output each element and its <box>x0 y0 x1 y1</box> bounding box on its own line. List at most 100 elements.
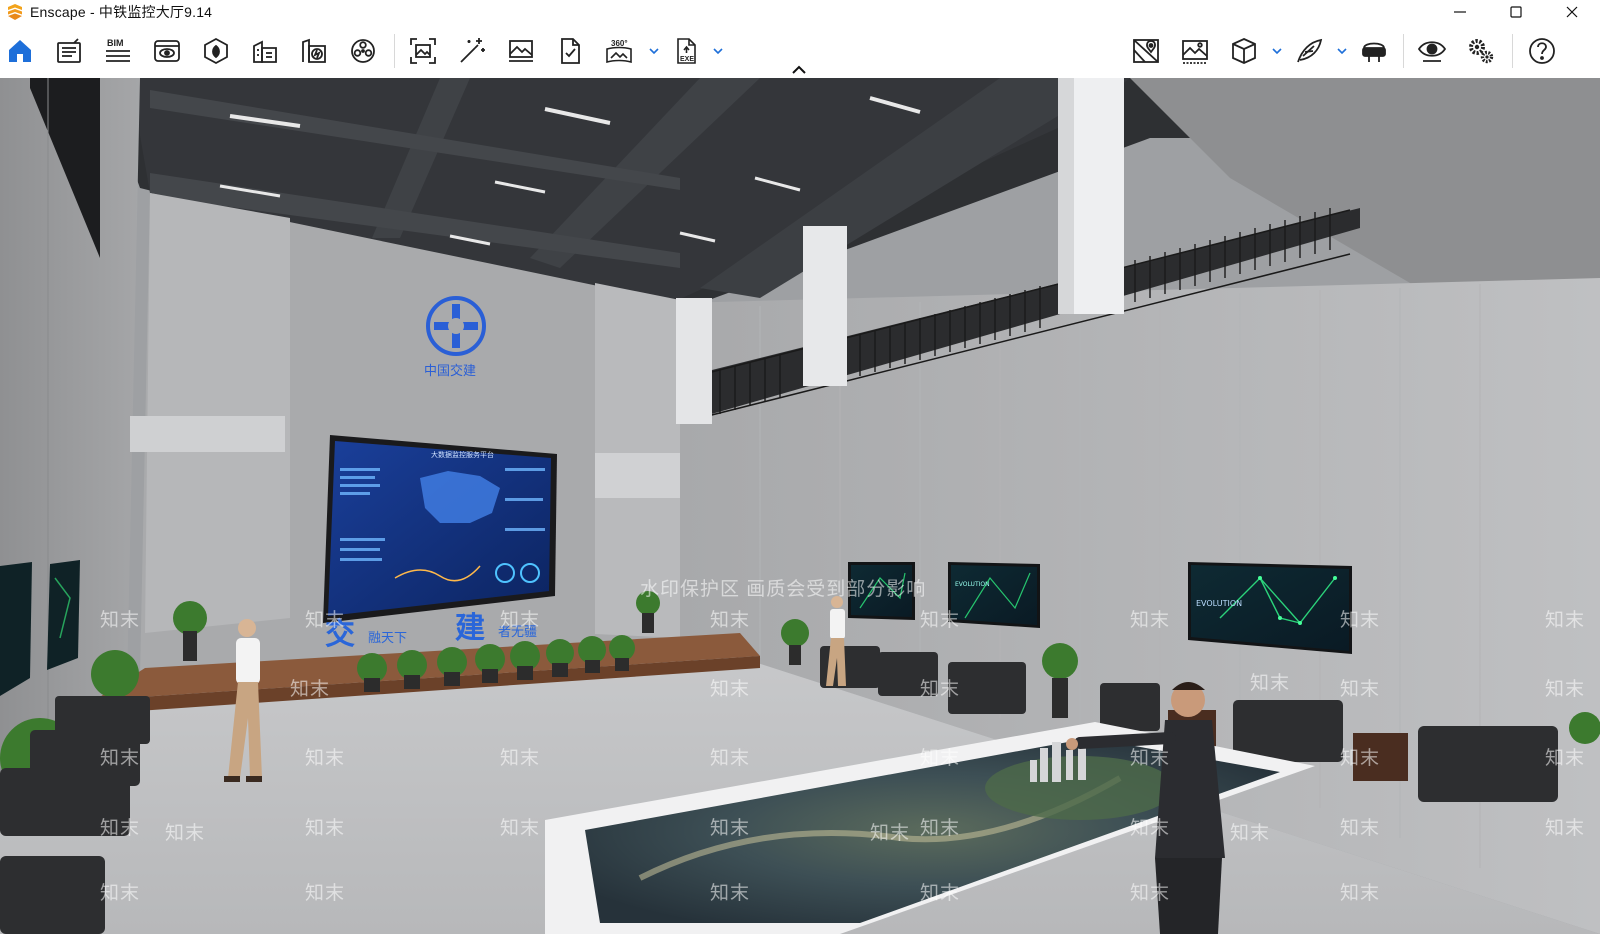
map-location-button[interactable] <box>1128 33 1164 69</box>
collapse-toolbar-icon[interactable] <box>790 64 808 76</box>
panorama-icon: 360° <box>606 39 632 64</box>
enscape-logo-icon <box>8 4 22 20</box>
help-icon <box>1529 38 1555 64</box>
view-management-button[interactable] <box>149 33 185 69</box>
asset-library-button[interactable] <box>247 33 283 69</box>
logo-caption: 中国交建 <box>424 363 476 379</box>
watermark-mark: 知末 <box>1545 748 1586 769</box>
render-image-button[interactable] <box>503 33 539 69</box>
window-title: Enscape - 中铁监控大厅9.14 <box>30 4 213 20</box>
feather-icon <box>1297 38 1323 63</box>
svg-text:大数据监控服务平台: 大数据监控服务平台 <box>431 450 494 459</box>
watermark-mark: 知末 <box>1130 818 1171 839</box>
watermark-mark: 知末 <box>1230 823 1271 844</box>
bim-button[interactable]: BIM <box>100 33 136 69</box>
watermark-mark: 知末 <box>500 748 541 769</box>
watermark-mark: 知末 <box>305 748 346 769</box>
image-gallery-button[interactable] <box>1177 33 1213 69</box>
watermark-mark: 知末 <box>1130 883 1171 904</box>
watermark-mark: 知末 <box>1340 883 1381 904</box>
project-info-button[interactable] <box>51 33 87 69</box>
material-editor-icon <box>204 37 228 65</box>
watermark-mark: 知末 <box>290 679 331 700</box>
material-editor-button[interactable] <box>198 33 234 69</box>
magic-wand-button[interactable] <box>454 33 490 69</box>
svg-text:EVOLUTION: EVOLUTION <box>1196 599 1242 608</box>
watermark-mark: 知末 <box>305 818 346 839</box>
watermark-mark: 知末 <box>305 883 346 904</box>
cube-button[interactable] <box>1226 33 1262 69</box>
watermark-mark: 知末 <box>710 610 751 631</box>
watermark-mark: 知末 <box>920 748 961 769</box>
watermark-mark: 知末 <box>305 610 346 631</box>
watermark-mark: 知末 <box>500 610 541 631</box>
render-viewport[interactable]: 中国交建 大数据监控服务平台 EVOLUTION EVOLUTION 交 融天下… <box>0 78 1600 934</box>
atmosphere-button[interactable] <box>296 33 332 69</box>
vr-headset-button[interactable] <box>1356 33 1392 69</box>
vr-headset-icon <box>1362 42 1386 62</box>
export-exe-button[interactable]: EXE <box>668 33 704 69</box>
watermark-mark: 知末 <box>100 883 141 904</box>
watermark-mark: 知末 <box>710 679 751 700</box>
help-button[interactable] <box>1524 33 1560 69</box>
svg-text:EXE: EXE <box>680 56 694 63</box>
main-led-screen: 大数据监控服务平台 <box>323 435 557 623</box>
home-button[interactable] <box>2 33 38 69</box>
watermark-mark: 知末 <box>920 883 961 904</box>
map-location-icon <box>1133 39 1159 63</box>
capture-screenshot-button[interactable] <box>405 33 441 69</box>
watermark-mark: 知末 <box>710 748 751 769</box>
watermark-banner: 水印保护区 画质会受到部分影响 <box>640 579 927 600</box>
svg-text:融天下: 融天下 <box>368 631 407 646</box>
visual-settings-icon <box>351 39 375 63</box>
watermark-mark: 知末 <box>1545 610 1586 631</box>
svg-text:EVOLUTION: EVOLUTION <box>955 581 990 588</box>
export-file-icon <box>561 38 580 64</box>
minimize-icon <box>1454 11 1466 13</box>
watermark-mark: 知末 <box>500 818 541 839</box>
panorama-dropdown-icon[interactable] <box>647 44 661 58</box>
title-bar: Enscape - 中铁监控大厅9.14 <box>0 0 1600 24</box>
render-image-icon <box>509 40 533 62</box>
feather-button[interactable] <box>1291 33 1327 69</box>
watermark-mark: 知末 <box>1130 610 1171 631</box>
tv-screen: EVOLUTION <box>1188 562 1352 654</box>
visual-settings-button[interactable] <box>345 33 381 69</box>
watermark-mark: 知末 <box>710 883 751 904</box>
cube-dropdown-icon[interactable] <box>1270 44 1284 58</box>
eye-button[interactable] <box>1414 33 1450 69</box>
export-dropdown-icon[interactable] <box>711 44 725 58</box>
company-logo <box>426 296 486 356</box>
atmosphere-icon <box>302 38 326 63</box>
settings-button[interactable] <box>1463 33 1499 69</box>
eye-icon <box>1417 41 1447 62</box>
maximize-icon <box>1510 6 1522 18</box>
toolbar-separator <box>394 34 395 68</box>
maximize-button[interactable] <box>1488 0 1544 24</box>
feather-dropdown-icon[interactable] <box>1335 44 1349 58</box>
magic-wand-icon <box>460 38 485 63</box>
svg-text:BIM: BIM <box>107 38 124 48</box>
scene-rendering: 中国交建 大数据监控服务平台 EVOLUTION EVOLUTION 交 融天下… <box>0 78 1600 934</box>
watermark-mark: 知末 <box>100 748 141 769</box>
watermark-mark: 知末 <box>1340 748 1381 769</box>
watermark-mark: 知末 <box>920 679 961 700</box>
watermark-mark: 知末 <box>710 818 751 839</box>
bim-icon: BIM <box>106 38 130 62</box>
minimize-button[interactable] <box>1432 0 1488 24</box>
project-info-icon <box>57 38 81 63</box>
watermark-mark: 知末 <box>920 610 961 631</box>
settings-gears-icon <box>1469 39 1494 64</box>
watermark-mark: 知末 <box>1340 610 1381 631</box>
column <box>676 298 712 424</box>
view-management-icon <box>154 40 180 62</box>
watermark-mark: 知末 <box>165 823 206 844</box>
export-exe-icon: EXE <box>677 38 696 64</box>
home-icon <box>9 40 31 62</box>
watermark-mark: 知末 <box>1545 679 1586 700</box>
watermark-mark: 知末 <box>920 818 961 839</box>
close-button[interactable] <box>1544 0 1600 24</box>
image-gallery-icon <box>1182 40 1208 64</box>
panorama-button[interactable]: 360° <box>601 33 637 69</box>
export-file-button[interactable] <box>552 33 588 69</box>
